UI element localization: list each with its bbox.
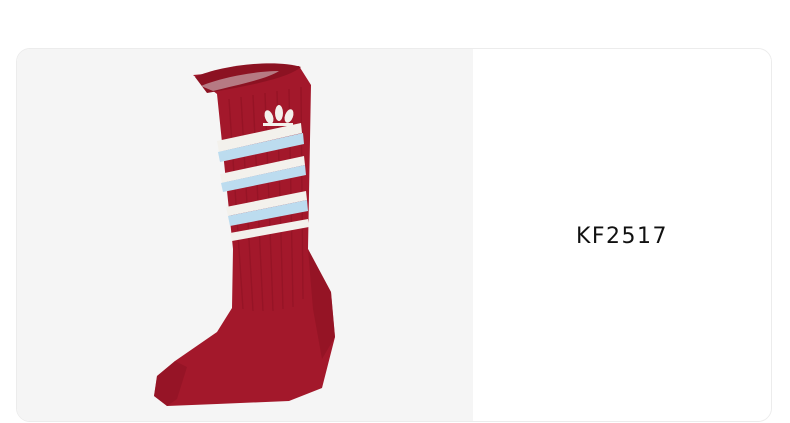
product-image[interactable] bbox=[17, 49, 473, 421]
product-card[interactable]: KF2517 bbox=[16, 48, 772, 422]
product-sku: KF2517 bbox=[575, 223, 669, 249]
sock-image bbox=[154, 63, 335, 406]
product-info: KF2517 bbox=[473, 49, 771, 421]
